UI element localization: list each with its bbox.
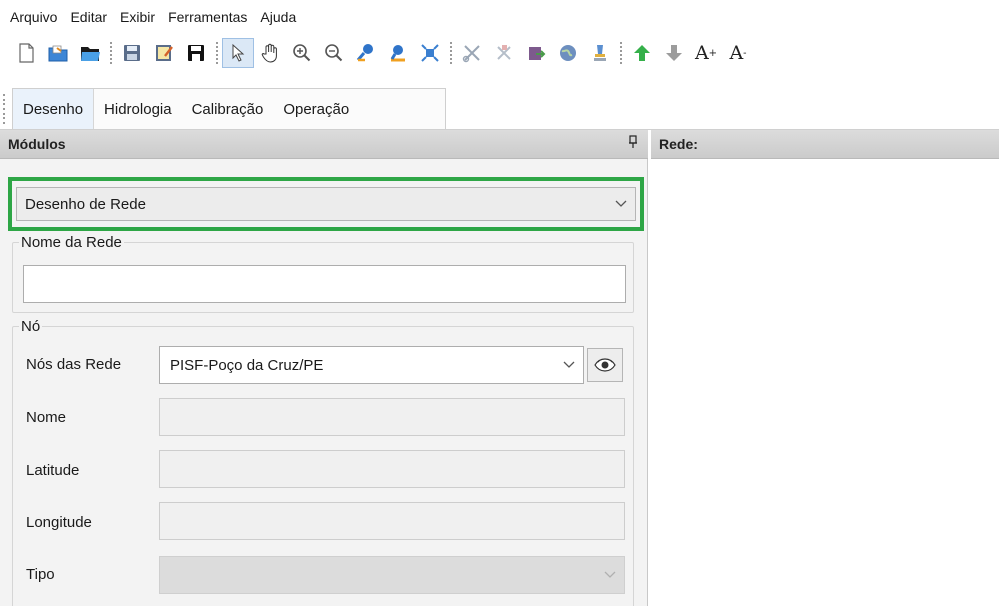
nos-das-rede-label: Nós das Rede — [26, 356, 122, 373]
toolbar-separator — [214, 40, 220, 66]
draw-link-icon[interactable] — [382, 38, 414, 68]
nome-da-rede-input[interactable] — [23, 265, 626, 303]
chevron-down-icon — [615, 200, 627, 207]
latitude-field[interactable] — [159, 450, 625, 488]
rede-canvas[interactable] — [651, 159, 999, 606]
chevron-down-icon — [604, 571, 616, 578]
latitude-label: Latitude — [26, 462, 80, 479]
tabstrip-grip — [3, 94, 7, 124]
nome-label: Nome — [26, 409, 67, 426]
pan-hand-icon[interactable] — [254, 38, 286, 68]
cut-tool-icon[interactable] — [456, 38, 488, 68]
font-increase-icon[interactable]: A + — [690, 38, 722, 68]
nos-das-rede-dropdown[interactable]: PISF-Poço da Cruz/PE — [159, 346, 584, 384]
toolbar: A + A- — [0, 34, 999, 72]
zoom-out-icon[interactable] — [318, 38, 350, 68]
nome-da-rede-legend: Nome da Rede — [21, 234, 122, 251]
font-decrease-icon[interactable]: A- — [722, 38, 754, 68]
tab-bar: Desenho Hidrologia Calibração Operação — [12, 88, 446, 130]
save-as-icon[interactable] — [180, 38, 212, 68]
module-dropdown-value: Desenho de Rede — [25, 195, 146, 213]
toolbar-separator — [618, 40, 624, 66]
delete-tool-icon[interactable] — [488, 38, 520, 68]
toolbar-separator — [448, 40, 454, 66]
arrow-down-icon[interactable] — [658, 38, 690, 68]
module-select-highlight: Desenho de Rede — [8, 177, 644, 231]
fit-extent-icon[interactable] — [414, 38, 446, 68]
export-icon[interactable] — [520, 38, 552, 68]
tipo-label: Tipo — [26, 566, 55, 583]
tab-hidrologia[interactable]: Hidrologia — [94, 89, 182, 130]
zoom-in-icon[interactable] — [286, 38, 318, 68]
draw-node-icon[interactable] — [350, 38, 382, 68]
open-folder-icon[interactable] — [42, 38, 74, 68]
save-disk-icon[interactable] — [116, 38, 148, 68]
menu-editar[interactable]: Editar — [66, 9, 116, 25]
tipo-dropdown[interactable] — [159, 556, 625, 594]
nos-das-rede-value: PISF-Poço da Cruz/PE — [170, 356, 324, 374]
tab-strip: Desenho Hidrologia Calibração Operação — [0, 88, 999, 130]
tab-operacao[interactable]: Operação — [273, 89, 359, 130]
view-node-button[interactable] — [587, 348, 623, 382]
properties-icon[interactable] — [584, 38, 616, 68]
menu-arquivo[interactable]: Arquivo — [6, 9, 66, 25]
modules-panel-header: Módulos — [0, 130, 648, 159]
eye-icon — [594, 358, 616, 372]
menu-exibir[interactable]: Exibir — [116, 9, 164, 25]
toolbar-separator — [108, 40, 114, 66]
menu-bar: Arquivo Editar Exibir Ferramentas Ajuda — [0, 0, 999, 34]
chevron-down-icon — [563, 361, 575, 368]
new-file-icon[interactable] — [10, 38, 42, 68]
select-arrow-icon[interactable] — [222, 38, 254, 68]
menu-ferramentas[interactable]: Ferramentas — [164, 9, 256, 25]
tab-calibracao[interactable]: Calibração — [182, 89, 274, 130]
no-legend: Nó — [21, 318, 41, 335]
modules-title: Módulos — [8, 136, 66, 152]
rede-panel-header: Rede: — [651, 130, 999, 159]
longitude-field[interactable] — [159, 502, 625, 540]
arrow-up-icon[interactable] — [626, 38, 658, 68]
longitude-label: Longitude — [26, 514, 92, 531]
globe-icon[interactable] — [552, 38, 584, 68]
nome-field[interactable] — [159, 398, 625, 436]
menu-ajuda[interactable]: Ajuda — [256, 9, 305, 25]
tab-desenho[interactable]: Desenho — [13, 89, 95, 130]
module-dropdown[interactable]: Desenho de Rede — [16, 187, 636, 221]
edit-note-icon[interactable] — [148, 38, 180, 68]
pin-icon[interactable] — [628, 135, 638, 153]
open-file-icon[interactable] — [74, 38, 106, 68]
